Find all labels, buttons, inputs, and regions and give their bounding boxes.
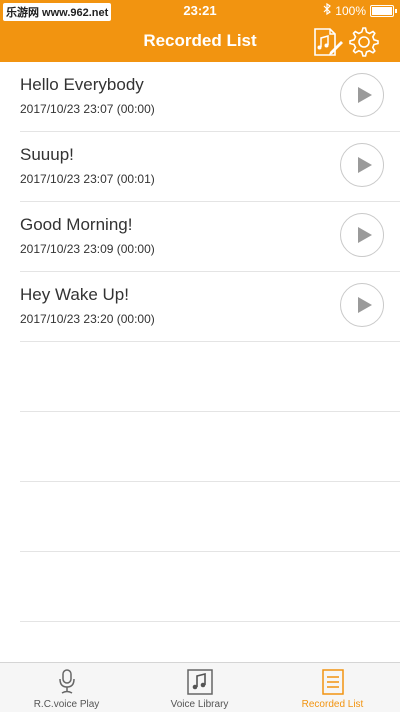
empty-row	[20, 412, 400, 482]
list-item[interactable]: Suuup! 2017/10/23 23:07 (00:01)	[20, 132, 400, 202]
nav-bar: Recorded List	[0, 22, 400, 62]
status-bar: 乐游网 www.962.net 23:21 100%	[0, 0, 400, 22]
bluetooth-icon	[323, 2, 332, 18]
empty-row	[20, 552, 400, 622]
battery-percent: 100%	[335, 3, 366, 18]
music-note-icon	[186, 669, 213, 695]
play-button[interactable]	[340, 143, 384, 187]
recording-title: Suuup!	[20, 145, 74, 164]
recorded-list-icon	[321, 669, 344, 695]
play-icon	[358, 297, 372, 313]
tab-recorded-list[interactable]: Recorded List	[266, 663, 399, 712]
recording-date: 2017/10/23 23:07 (00:01)	[20, 172, 155, 186]
recording-title: Hello Everybody	[20, 75, 144, 94]
play-icon	[358, 157, 372, 173]
list-item[interactable]: Hello Everybody 2017/10/23 23:07 (00:00)	[20, 62, 400, 132]
play-icon	[358, 227, 372, 243]
list-item[interactable]: Hey Wake Up! 2017/10/23 23:20 (00:00)	[20, 272, 400, 342]
recording-date: 2017/10/23 23:07 (00:00)	[20, 102, 155, 116]
recording-date: 2017/10/23 23:20 (00:00)	[20, 312, 155, 326]
tab-rc-voice-play[interactable]: R.C.voice Play	[0, 663, 133, 712]
empty-row	[20, 342, 400, 412]
recording-date: 2017/10/23 23:09 (00:00)	[20, 242, 155, 256]
play-button[interactable]	[340, 73, 384, 117]
play-button[interactable]	[340, 213, 384, 257]
empty-row	[20, 482, 400, 552]
recording-title: Hey Wake Up!	[20, 285, 129, 304]
recording-title: Good Morning!	[20, 215, 133, 234]
tab-voice-library[interactable]: Voice Library	[133, 663, 266, 712]
tab-label: Recorded List	[301, 699, 364, 710]
status-right: 100%	[323, 2, 397, 18]
microphone-icon	[58, 669, 75, 694]
play-button[interactable]	[340, 283, 384, 327]
gear-icon[interactable]	[347, 25, 381, 59]
play-icon	[358, 87, 372, 103]
battery-icon	[370, 4, 397, 17]
tab-label: R.C.voice Play	[33, 699, 100, 710]
tab-label: Voice Library	[170, 699, 229, 710]
music-edit-icon[interactable]	[310, 25, 344, 59]
recording-list: Hello Everybody 2017/10/23 23:07 (00:00)…	[0, 62, 400, 622]
tab-bar: R.C.voice Play Voice Library Recorded Li…	[0, 662, 400, 712]
list-item[interactable]: Good Morning! 2017/10/23 23:09 (00:00)	[20, 202, 400, 272]
